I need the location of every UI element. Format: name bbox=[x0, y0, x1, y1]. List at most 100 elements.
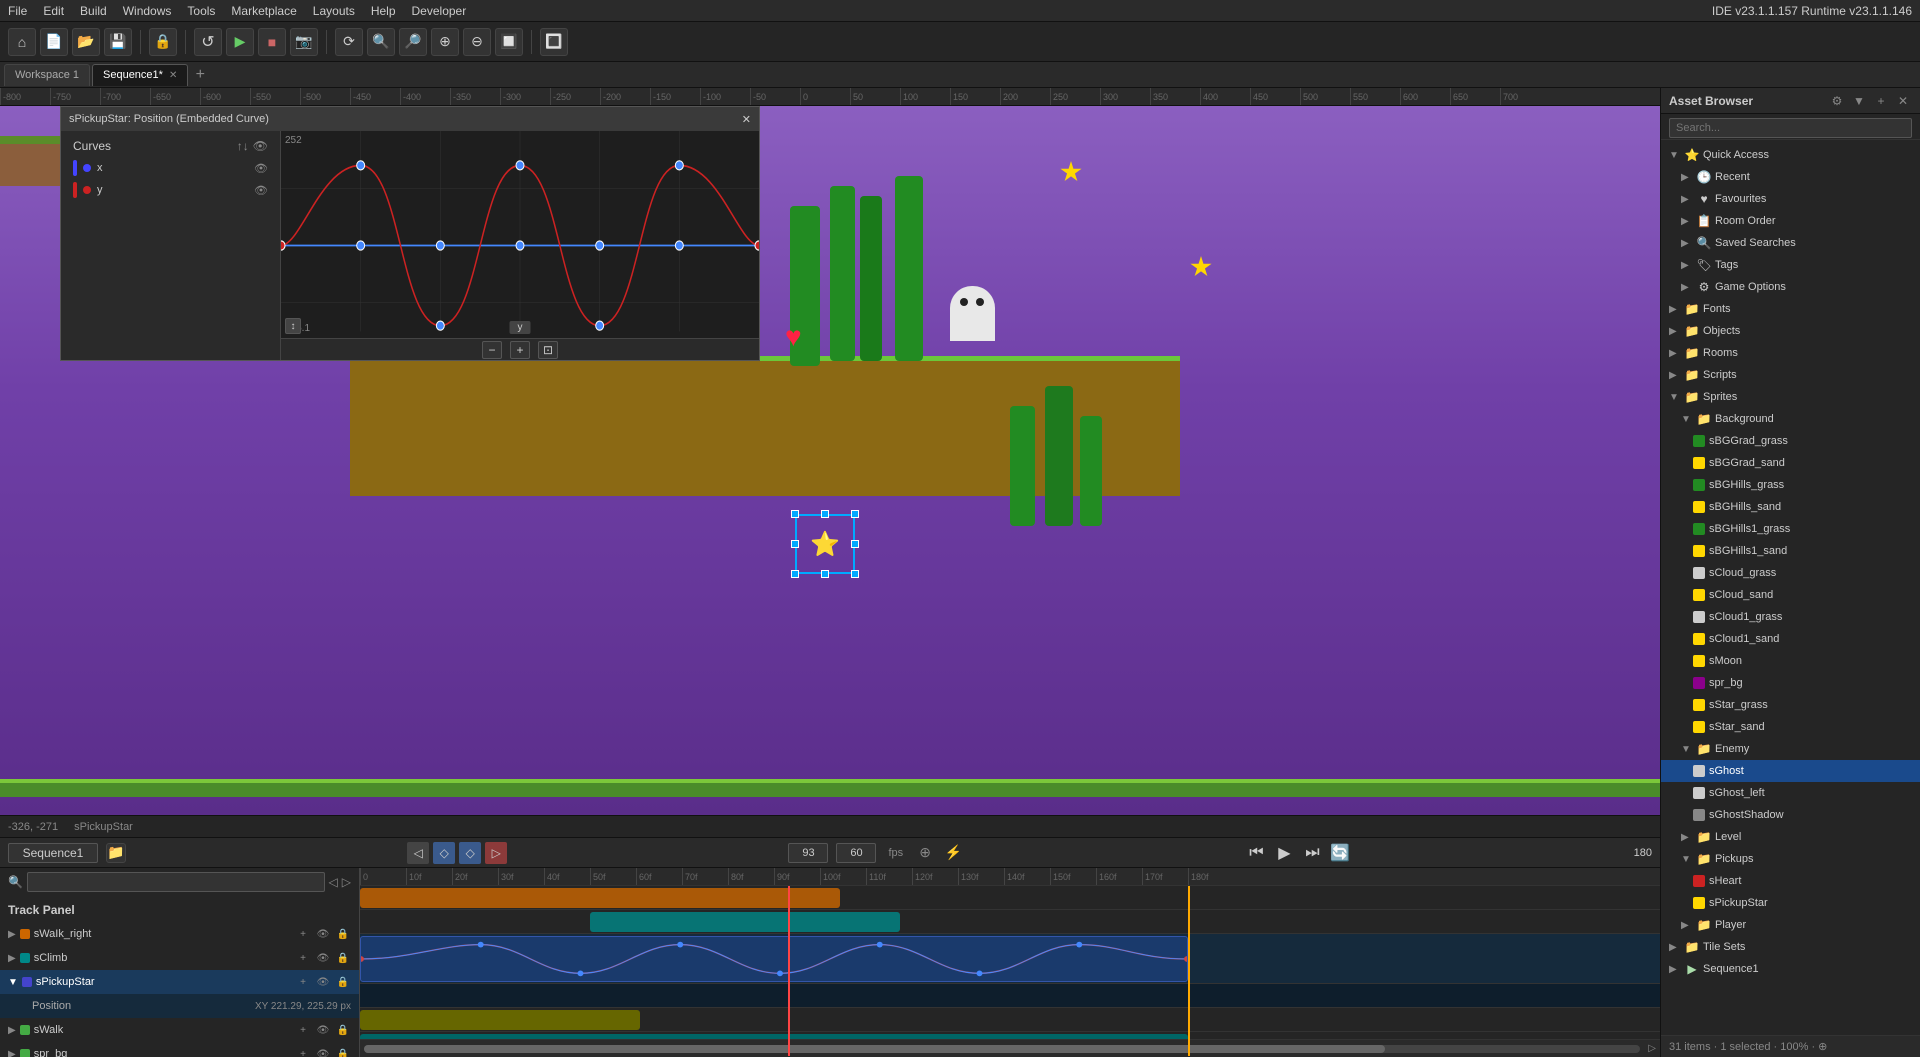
tree-tags[interactable]: ▶ 🏷 Tags bbox=[1661, 254, 1920, 276]
tree-scloud-sand[interactable]: sCloud_sand bbox=[1661, 584, 1920, 606]
track-swalk-eye[interactable]: 👁 bbox=[315, 926, 331, 942]
timeline-scrollbar-thumb[interactable] bbox=[364, 1045, 1385, 1053]
tree-sstar-grass[interactable]: sStar_grass bbox=[1661, 694, 1920, 716]
tab-sequence-close[interactable]: ✕ bbox=[169, 70, 177, 81]
track-next-btn[interactable]: ▷ bbox=[342, 875, 351, 889]
seq-folder-btn[interactable]: 📁 bbox=[106, 843, 126, 863]
tree-favourites[interactable]: ▶ ♥ Favourites bbox=[1661, 188, 1920, 210]
curve-y-eye[interactable]: 👁 bbox=[254, 184, 268, 197]
tree-sheart[interactable]: sHeart bbox=[1661, 870, 1920, 892]
asset-close-btn[interactable]: ✕ bbox=[1894, 92, 1912, 110]
seq-goto-end[interactable]: ⏭ bbox=[1300, 841, 1324, 865]
playhead[interactable] bbox=[788, 886, 790, 1056]
asset-action-settings[interactable]: ⚙ bbox=[1828, 92, 1846, 110]
track-swalk2-add[interactable]: + bbox=[295, 1022, 311, 1038]
seq-loop-mode[interactable]: 🔄 bbox=[1328, 841, 1352, 865]
curve-reset-button[interactable]: ↕ bbox=[285, 318, 301, 334]
tree-quick-access[interactable]: ▼ ⭐ Quick Access bbox=[1661, 144, 1920, 166]
menu-tools[interactable]: Tools bbox=[187, 4, 215, 18]
track-expand-sprbg[interactable]: ▶ bbox=[8, 1049, 16, 1057]
tab-workspace[interactable]: Workspace 1 bbox=[4, 64, 90, 86]
asset-search-input[interactable] bbox=[1669, 118, 1912, 138]
seq-frame-input[interactable] bbox=[788, 843, 828, 863]
toolbar-fit[interactable]: ⊕ bbox=[431, 28, 459, 56]
toolbar-zoom-in[interactable]: 🔎 bbox=[399, 28, 427, 56]
track-row-position[interactable]: Position XY 221.29, 225.29 px bbox=[0, 994, 359, 1018]
track-swalk2-eye[interactable]: 👁 bbox=[315, 1022, 331, 1038]
tree-scloud1-grass[interactable]: sCloud1_grass bbox=[1661, 606, 1920, 628]
tree-sbghills1-grass[interactable]: sBGHills1_grass bbox=[1661, 518, 1920, 540]
tree-scloud-grass[interactable]: sCloud_grass bbox=[1661, 562, 1920, 584]
timeline-track-swalk2[interactable] bbox=[360, 1008, 1660, 1032]
tblock-swalk2[interactable] bbox=[360, 1010, 640, 1030]
track-expand-swalk[interactable]: ▶ bbox=[8, 929, 16, 940]
curves-visibility-btn[interactable]: 👁 bbox=[253, 139, 268, 153]
curves-title-bar[interactable]: sPickupStar: Position (Embedded Curve) ✕ bbox=[61, 107, 759, 131]
toolbar-refresh[interactable]: ⟳ bbox=[335, 28, 363, 56]
track-spickupstar-add[interactable]: + bbox=[295, 974, 311, 990]
toolbar-zoom-out[interactable]: 🔍 bbox=[367, 28, 395, 56]
tab-add-button[interactable]: + bbox=[190, 65, 210, 85]
curve-item-x[interactable]: x 👁 bbox=[65, 157, 276, 179]
tree-saved-searches[interactable]: ▶ 🔍 Saved Searches bbox=[1661, 232, 1920, 254]
seq-lightning-btn[interactable]: ⚡ bbox=[943, 843, 963, 863]
tree-sequences[interactable]: ▶ ▶ Sequence1 bbox=[1661, 958, 1920, 980]
asset-action-filter[interactable]: ▼ bbox=[1850, 92, 1868, 110]
tblock-spickupstar[interactable] bbox=[360, 936, 1188, 982]
track-spickupstar-lock[interactable]: 🔒 bbox=[335, 974, 351, 990]
toolbar-snapshot[interactable]: 📷 bbox=[290, 28, 318, 56]
tree-sbggrad-sand[interactable]: sBGGrad_sand bbox=[1661, 452, 1920, 474]
seq-prev-key[interactable]: ◁ bbox=[407, 842, 429, 864]
tree-sbggrad-grass[interactable]: sBGGrad_grass bbox=[1661, 430, 1920, 452]
timeline-track-sclimb[interactable] bbox=[360, 910, 1660, 934]
tree-smoon[interactable]: sMoon bbox=[1661, 650, 1920, 672]
curves-close-button[interactable]: ✕ bbox=[742, 113, 751, 126]
timeline-track-spickupstar[interactable] bbox=[360, 934, 1660, 984]
toolbar-fullscreen[interactable]: 🔲 bbox=[495, 28, 523, 56]
track-row-sclimb[interactable]: ▶ sClimb + 👁 🔒 bbox=[0, 946, 359, 970]
menu-marketplace[interactable]: Marketplace bbox=[231, 4, 296, 18]
curves-main-area[interactable]: 252 155.1 ↕ − + ⊡ y bbox=[281, 131, 759, 360]
curve-fit[interactable]: ⊡ bbox=[538, 341, 558, 359]
curve-x-eye[interactable]: 👁 bbox=[254, 162, 268, 175]
toolbar-new[interactable]: 📄 bbox=[40, 28, 68, 56]
toolbar-open[interactable]: 📂 bbox=[72, 28, 100, 56]
toolbar-home[interactable]: ⌂ bbox=[8, 28, 36, 56]
timeline-scroll-bar[interactable]: ▷ bbox=[360, 1039, 1660, 1057]
menu-layouts[interactable]: Layouts bbox=[313, 4, 355, 18]
seq-goto-start[interactable]: ⏮ bbox=[1244, 841, 1268, 865]
tree-sbghills-sand[interactable]: sBGHills_sand bbox=[1661, 496, 1920, 518]
timeline-scroll-right[interactable]: ▷ bbox=[1648, 1043, 1656, 1054]
tree-pickups[interactable]: ▼ 📁 Pickups bbox=[1661, 848, 1920, 870]
seq-add-key[interactable]: ◇ bbox=[433, 842, 455, 864]
tblock-sclimb[interactable] bbox=[590, 912, 900, 932]
timeline-track-swalk[interactable] bbox=[360, 886, 1660, 910]
menu-windows[interactable]: Windows bbox=[123, 4, 172, 18]
track-expand-swalk2[interactable]: ▶ bbox=[8, 1025, 16, 1036]
tree-sbghills-grass[interactable]: sBGHills_grass bbox=[1661, 474, 1920, 496]
track-sclimb-add[interactable]: + bbox=[295, 950, 311, 966]
toolbar-stop[interactable]: ■ bbox=[258, 28, 286, 56]
tree-sprites[interactable]: ▼ 📁 Sprites bbox=[1661, 386, 1920, 408]
seq-fps-input[interactable] bbox=[836, 843, 876, 863]
seq-play-btn[interactable]: ▶ bbox=[1272, 841, 1296, 865]
tree-scripts[interactable]: ▶ 📁 Scripts bbox=[1661, 364, 1920, 386]
seq-next-key[interactable]: ▷ bbox=[485, 842, 507, 864]
tree-sghost-left[interactable]: sGhost_left bbox=[1661, 782, 1920, 804]
track-swalk2-lock[interactable]: 🔒 bbox=[335, 1022, 351, 1038]
track-search-input[interactable] bbox=[27, 872, 325, 892]
toolbar-grid[interactable]: ⊖ bbox=[463, 28, 491, 56]
track-row-swalk[interactable]: ▶ sWalk + 👁 🔒 bbox=[0, 1018, 359, 1042]
track-row-spickupstar[interactable]: ▼ sPickupStar + 👁 🔒 bbox=[0, 970, 359, 994]
track-sprbg-lock[interactable]: 🔒 bbox=[335, 1046, 351, 1057]
tree-sbghills1-sand[interactable]: sBGHills1_sand bbox=[1661, 540, 1920, 562]
toolbar-lock[interactable]: 🔒 bbox=[149, 28, 177, 56]
seq-loop-btn[interactable]: ⊕ bbox=[915, 843, 935, 863]
tree-scloud1-sand[interactable]: sCloud1_sand bbox=[1661, 628, 1920, 650]
track-swalk-add[interactable]: + bbox=[295, 926, 311, 942]
curve-item-y[interactable]: y 👁 bbox=[65, 179, 276, 201]
tree-objects[interactable]: ▶ 📁 Objects bbox=[1661, 320, 1920, 342]
tree-spickupstar[interactable]: sPickupStar bbox=[1661, 892, 1920, 914]
tree-room-order[interactable]: ▶ 📋 Room Order bbox=[1661, 210, 1920, 232]
menu-developer[interactable]: Developer bbox=[412, 4, 467, 18]
